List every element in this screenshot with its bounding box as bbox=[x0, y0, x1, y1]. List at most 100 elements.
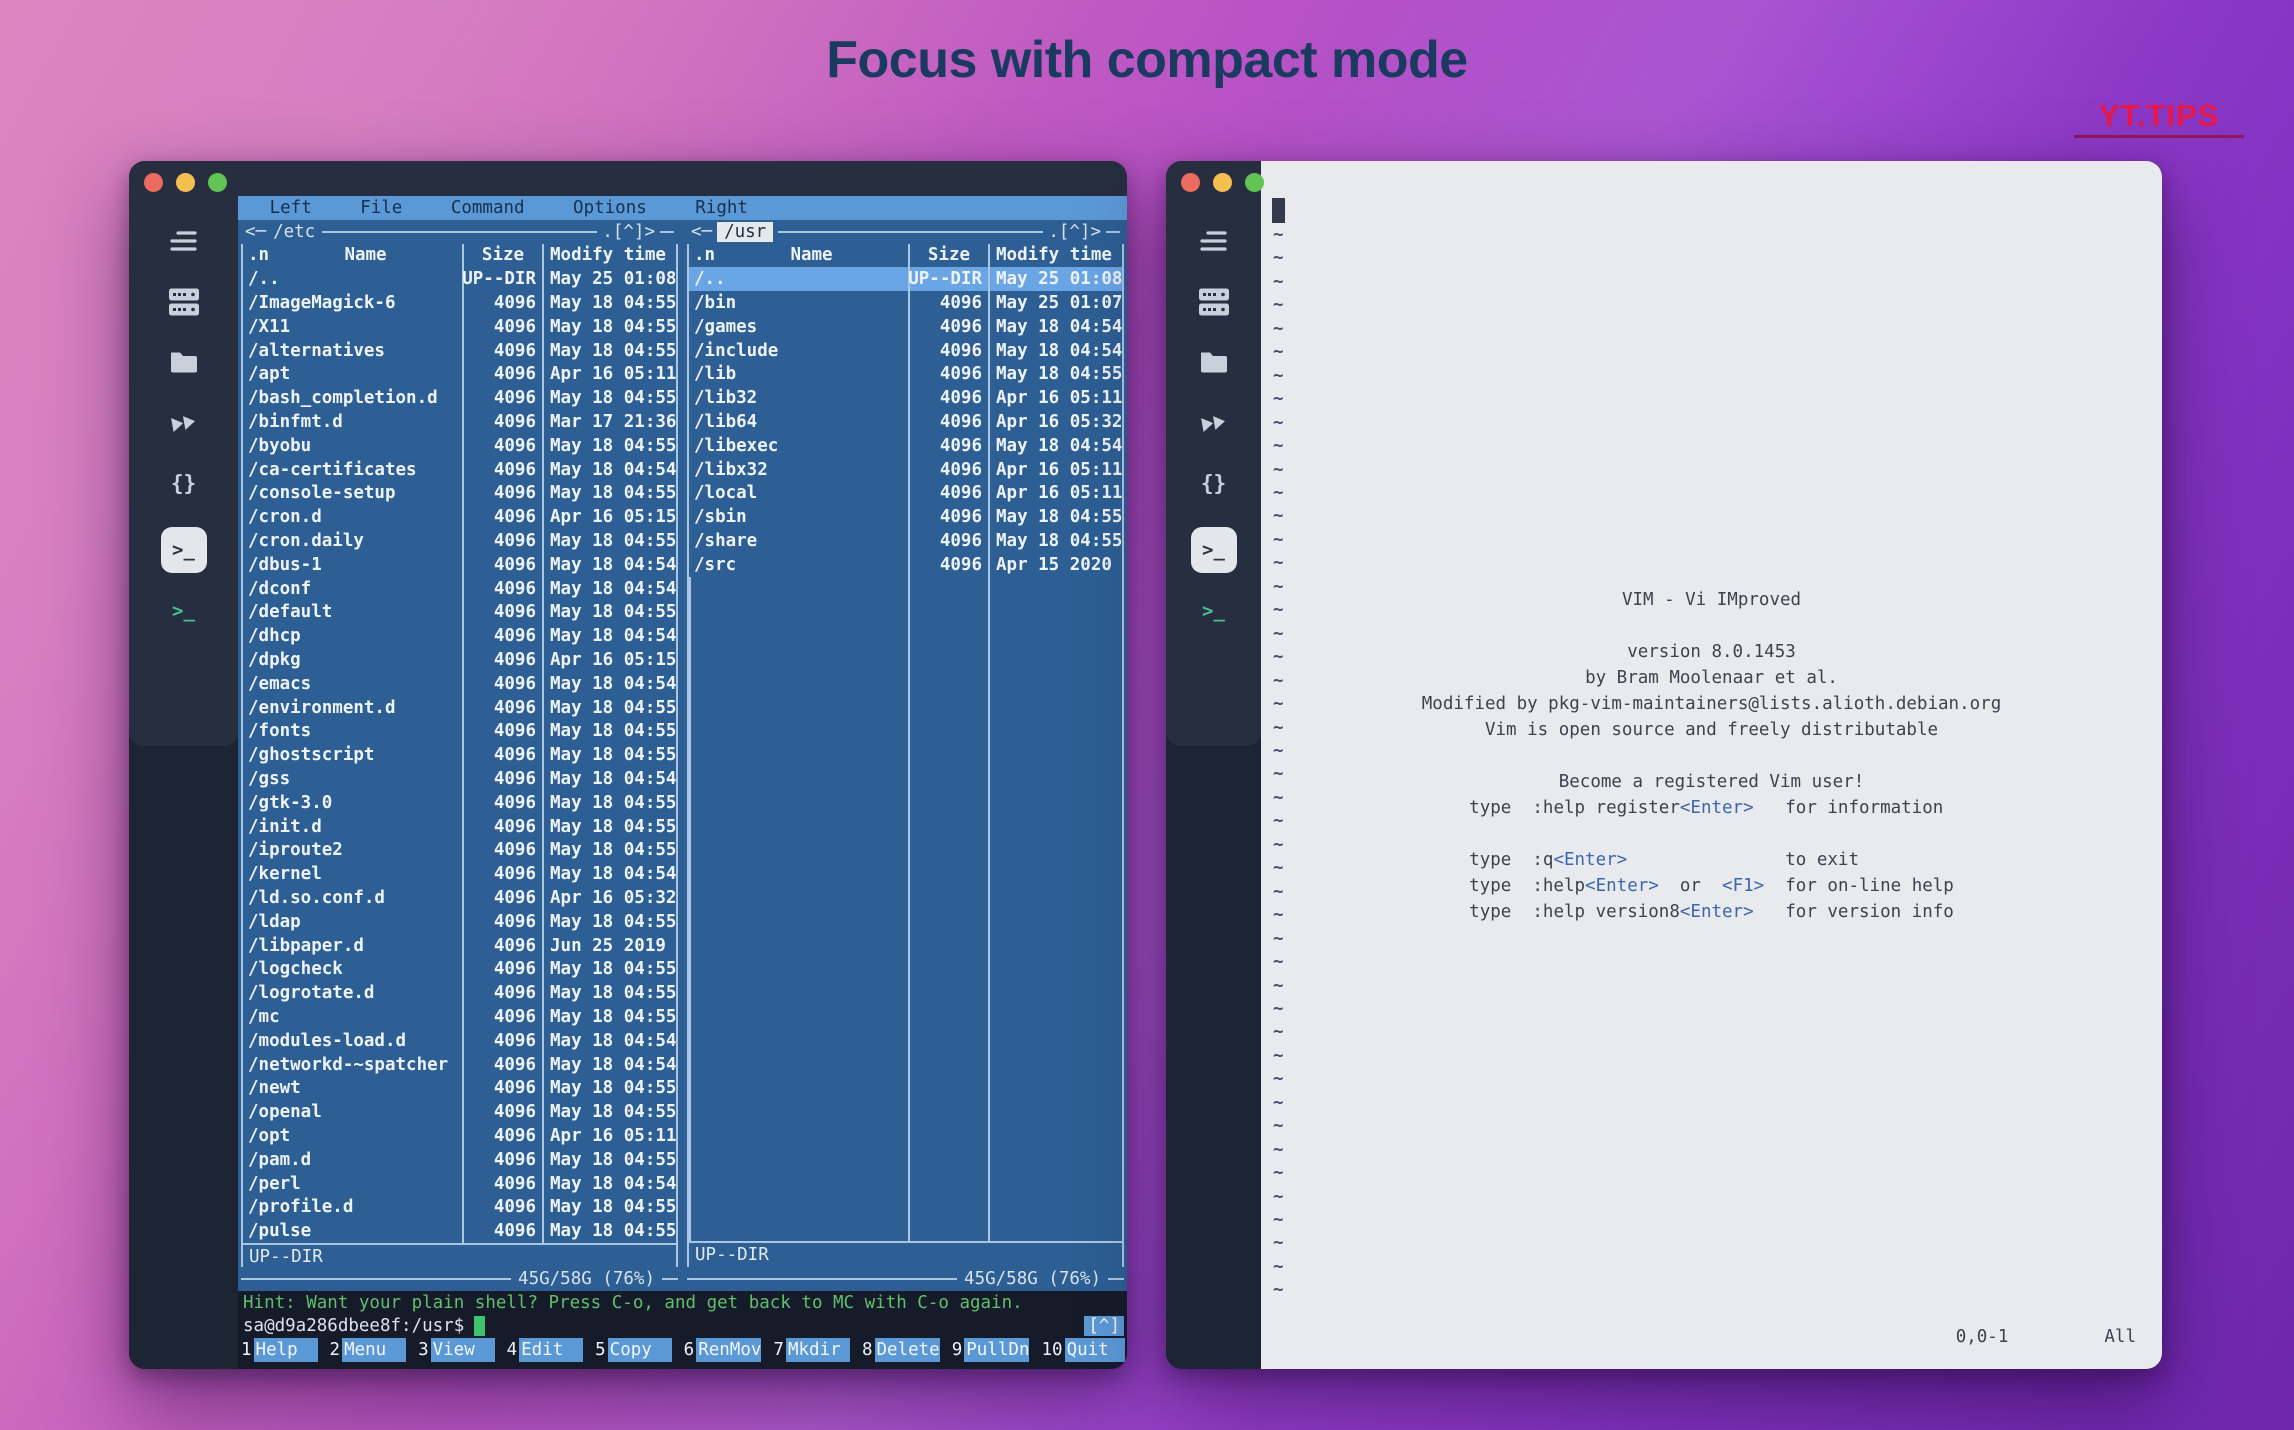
file-row[interactable]: /ld.so.conf.d4096Apr 16 05:32 bbox=[243, 886, 676, 910]
menu-item-file[interactable]: File bbox=[360, 198, 402, 218]
close-button[interactable] bbox=[1181, 173, 1200, 192]
file-row[interactable]: /src4096Apr 15 2020 bbox=[689, 553, 1122, 577]
panel-top-markers[interactable]: .[^]> bbox=[1048, 222, 1101, 242]
code-braces-icon[interactable]: {} bbox=[171, 474, 196, 495]
file-row[interactable]: /share4096May 18 04:55 bbox=[689, 529, 1122, 553]
hamburger-menu-icon[interactable] bbox=[168, 229, 200, 257]
column-header-mtime[interactable]: Modify time bbox=[542, 244, 676, 268]
mc-prompt-line[interactable]: sa@d9a286dbee8f:/usr$ [^] bbox=[238, 1315, 1127, 1339]
file-row[interactable]: /iproute24096May 18 04:55 bbox=[243, 839, 676, 863]
menu-item-command[interactable]: Command bbox=[451, 198, 525, 218]
function-key-pulldn[interactable]: 9PullDn bbox=[949, 1338, 1039, 1362]
file-row[interactable]: /ca-certificates4096May 18 04:54 bbox=[243, 458, 676, 482]
file-row[interactable]: /networkd-~spatcher4096May 18 04:54 bbox=[243, 1053, 676, 1077]
file-row[interactable]: /environment.d4096May 18 04:55 bbox=[243, 696, 676, 720]
file-row[interactable]: /openal4096May 18 04:55 bbox=[243, 1100, 676, 1124]
file-row[interactable]: /perl4096May 18 04:54 bbox=[243, 1172, 676, 1196]
menu-item-options[interactable]: Options bbox=[573, 198, 647, 218]
file-row[interactable]: /gss4096May 18 04:54 bbox=[243, 767, 676, 791]
file-row[interactable]: /bin4096May 25 01:07 bbox=[689, 291, 1122, 315]
file-row[interactable]: /libexec4096May 18 04:54 bbox=[689, 434, 1122, 458]
file-row[interactable]: /pulse4096May 18 04:55 bbox=[243, 1219, 676, 1243]
zoom-button[interactable] bbox=[1245, 173, 1264, 192]
file-row[interactable]: /ghostscript4096May 18 04:55 bbox=[243, 743, 676, 767]
file-row[interactable]: /profile.d4096May 18 04:55 bbox=[243, 1195, 676, 1219]
close-button[interactable] bbox=[144, 173, 163, 192]
function-key-help[interactable]: 1Help bbox=[238, 1338, 327, 1362]
zoom-button[interactable] bbox=[208, 173, 227, 192]
server-icon[interactable] bbox=[1199, 289, 1229, 320]
file-row[interactable]: /lib4096May 18 04:55 bbox=[689, 363, 1122, 387]
column-header-name[interactable]: .nName bbox=[243, 245, 462, 265]
file-row[interactable]: /dhcp4096May 18 04:54 bbox=[243, 624, 676, 648]
column-header-size[interactable]: Size bbox=[462, 244, 542, 268]
terminal-icon[interactable]: >_ bbox=[161, 527, 207, 573]
function-key-copy[interactable]: 5Copy bbox=[592, 1338, 681, 1362]
file-row[interactable]: /apt4096Apr 16 05:11 bbox=[243, 363, 676, 387]
function-key-mkdir[interactable]: 7Mkdir bbox=[770, 1338, 859, 1362]
function-key-view[interactable]: 3View bbox=[415, 1338, 504, 1362]
hamburger-menu-icon[interactable] bbox=[1198, 229, 1230, 257]
menu-item-right[interactable]: Right bbox=[695, 198, 748, 218]
folder-icon[interactable] bbox=[1199, 350, 1229, 379]
file-row[interactable]: /local4096Apr 16 05:11 bbox=[689, 482, 1122, 506]
file-row[interactable]: /kernel4096May 18 04:54 bbox=[243, 862, 676, 886]
file-row[interactable]: /default4096May 18 04:55 bbox=[243, 601, 676, 625]
panel-path[interactable]: /etc bbox=[271, 222, 317, 242]
file-row[interactable]: /newt4096May 18 04:55 bbox=[243, 1076, 676, 1100]
file-row[interactable]: /lib644096Apr 16 05:32 bbox=[689, 410, 1122, 434]
file-row[interactable]: /cron.d4096Apr 16 05:15 bbox=[243, 505, 676, 529]
file-row[interactable]: /libx324096Apr 16 05:11 bbox=[689, 458, 1122, 482]
minimize-button[interactable] bbox=[176, 173, 195, 192]
file-row[interactable]: /ImageMagick-64096May 18 04:55 bbox=[243, 291, 676, 315]
file-row[interactable]: /pam.d4096May 18 04:55 bbox=[243, 1148, 676, 1172]
column-header-mtime[interactable]: Modify time bbox=[988, 244, 1122, 268]
file-row[interactable]: /..UP--DIRMay 25 01:08 bbox=[689, 267, 1122, 291]
minimize-button[interactable] bbox=[1213, 173, 1232, 192]
file-row[interactable]: /dconf4096May 18 04:54 bbox=[243, 577, 676, 601]
file-row[interactable]: /lib324096Apr 16 05:11 bbox=[689, 386, 1122, 410]
file-row[interactable]: /emacs4096May 18 04:54 bbox=[243, 672, 676, 696]
file-row[interactable]: /cron.daily4096May 18 04:55 bbox=[243, 529, 676, 553]
file-row[interactable]: /logcheck4096May 18 04:55 bbox=[243, 958, 676, 982]
function-key-renmov[interactable]: 6RenMov bbox=[681, 1338, 771, 1362]
fast-forward-icon[interactable] bbox=[168, 409, 200, 439]
file-row[interactable]: /libpaper.d4096Jun 25 2019 bbox=[243, 934, 676, 958]
file-row[interactable]: /dbus-14096May 18 04:54 bbox=[243, 553, 676, 577]
file-row[interactable]: /modules-load.d4096May 18 04:54 bbox=[243, 1029, 676, 1053]
file-row[interactable]: /..UP--DIRMay 25 01:08 bbox=[243, 267, 676, 291]
file-row[interactable]: /init.d4096May 18 04:55 bbox=[243, 815, 676, 839]
file-row[interactable]: /logrotate.d4096May 18 04:55 bbox=[243, 981, 676, 1005]
file-row[interactable]: /ldap4096May 18 04:55 bbox=[243, 910, 676, 934]
history-back-arrow[interactable]: <─ bbox=[245, 222, 266, 242]
terminal-icon[interactable]: >_ bbox=[1191, 527, 1237, 573]
function-key-menu[interactable]: 2Menu bbox=[327, 1338, 416, 1362]
menu-item-left[interactable]: Left bbox=[270, 198, 312, 218]
panel-top-markers[interactable]: .[^]> bbox=[602, 222, 655, 242]
history-back-arrow[interactable]: <─ bbox=[691, 222, 712, 242]
column-header-size[interactable]: Size bbox=[908, 244, 988, 268]
code-braces-icon[interactable]: {} bbox=[1201, 474, 1226, 495]
file-row[interactable]: /opt4096Apr 16 05:11 bbox=[243, 1124, 676, 1148]
file-row[interactable]: /bash_completion.d4096May 18 04:55 bbox=[243, 386, 676, 410]
panel-path[interactable]: /usr bbox=[717, 222, 773, 242]
file-row[interactable]: /byobu4096May 18 04:55 bbox=[243, 434, 676, 458]
file-row[interactable]: /alternatives4096May 18 04:55 bbox=[243, 339, 676, 363]
panel-corner-badge[interactable]: [^] bbox=[1084, 1316, 1124, 1336]
column-header-name[interactable]: .nName bbox=[689, 245, 908, 265]
file-row[interactable]: /gtk-3.04096May 18 04:55 bbox=[243, 791, 676, 815]
folder-icon[interactable] bbox=[169, 350, 199, 379]
function-key-edit[interactable]: 4Edit bbox=[504, 1338, 593, 1362]
function-key-delete[interactable]: 8Delete bbox=[859, 1338, 949, 1362]
file-row[interactable]: /fonts4096May 18 04:55 bbox=[243, 720, 676, 744]
file-row[interactable]: /X114096May 18 04:55 bbox=[243, 315, 676, 339]
terminal-alt-icon[interactable]: >_ bbox=[1202, 600, 1225, 622]
server-icon[interactable] bbox=[169, 289, 199, 320]
fast-forward-icon[interactable] bbox=[1198, 409, 1230, 439]
file-row[interactable]: /sbin4096May 18 04:55 bbox=[689, 505, 1122, 529]
file-row[interactable]: /console-setup4096May 18 04:55 bbox=[243, 482, 676, 506]
file-row[interactable]: /include4096May 18 04:54 bbox=[689, 339, 1122, 363]
vim-editor[interactable]: ~ ~ ~ ~ ~ ~ ~ ~ ~ ~ ~ ~ ~ ~ ~ ~ ~ ~ ~ ~ … bbox=[1261, 161, 2162, 1369]
file-row[interactable]: /dpkg4096Apr 16 05:15 bbox=[243, 648, 676, 672]
file-row[interactable]: /games4096May 18 04:54 bbox=[689, 315, 1122, 339]
